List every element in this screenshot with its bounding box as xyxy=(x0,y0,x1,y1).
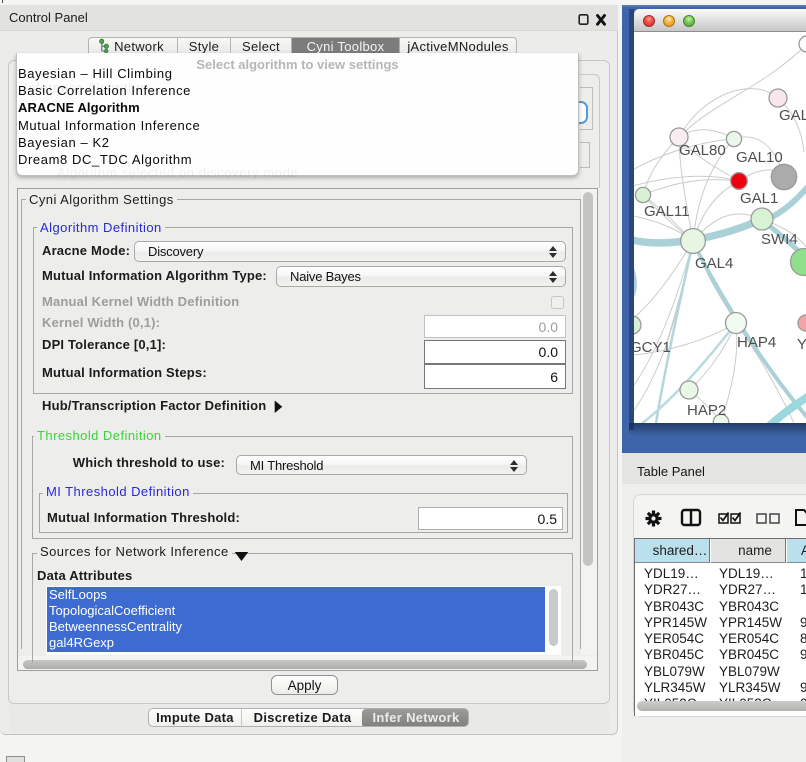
svg-text:GAL: GAL xyxy=(779,107,806,124)
svg-text:GCY1: GCY1 xyxy=(634,339,671,356)
svg-text:GAL4: GAL4 xyxy=(695,255,733,272)
svg-text:GAL10: GAL10 xyxy=(736,149,783,166)
svg-text:SWI4: SWI4 xyxy=(761,231,798,248)
svg-text:GAL80: GAL80 xyxy=(679,142,726,159)
svg-text:GAL11: GAL11 xyxy=(644,203,690,220)
svg-text:GAL1: GAL1 xyxy=(740,190,778,207)
svg-text:HAP4: HAP4 xyxy=(737,334,776,351)
svg-text:HAP2: HAP2 xyxy=(687,402,726,419)
svg-text:Y: Y xyxy=(797,336,806,353)
